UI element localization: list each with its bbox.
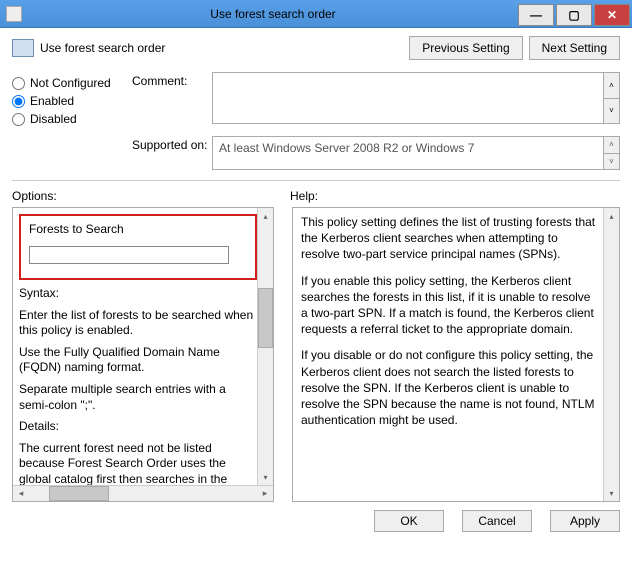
comment-label: Comment: xyxy=(132,72,212,88)
title-bar: Use forest search order — ▢ ✕ xyxy=(0,0,632,28)
options-horizontal-scrollbar[interactable]: ◂ ▸ xyxy=(13,485,273,501)
close-button[interactable]: ✕ xyxy=(594,4,630,26)
help-label: Help: xyxy=(290,189,318,203)
next-setting-button[interactable]: Next Setting xyxy=(529,36,620,60)
comment-scroll-down[interactable]: ˅ xyxy=(603,98,619,124)
minimize-button[interactable]: — xyxy=(518,4,554,26)
radio-enabled[interactable]: Enabled xyxy=(12,94,132,108)
forests-to-search-label: Forests to Search xyxy=(29,222,247,236)
window-title: Use forest search order xyxy=(28,7,518,21)
supported-scroll-down[interactable]: ˅ xyxy=(603,153,619,170)
syntax-line-2: Use the Fully Qualified Domain Name (FQD… xyxy=(19,345,257,376)
hscroll-thumb[interactable] xyxy=(49,486,109,501)
forests-to-search-field-group: Forests to Search xyxy=(19,214,257,280)
cancel-button[interactable]: Cancel xyxy=(462,510,532,532)
help-paragraph-1: This policy setting defines the list of … xyxy=(301,214,599,263)
supported-scroll-up[interactable]: ˄ xyxy=(603,137,619,153)
details-heading: Details: xyxy=(19,419,257,435)
comment-scroll-up[interactable]: ˄ xyxy=(603,73,619,98)
syntax-line-1: Enter the list of forests to be searched… xyxy=(19,308,257,339)
help-paragraph-2: If you enable this policy setting, the K… xyxy=(301,273,599,338)
radio-not-configured[interactable]: Not Configured xyxy=(12,76,132,90)
syntax-heading: Syntax: xyxy=(19,286,257,302)
options-panel: Forests to Search Syntax: Enter the list… xyxy=(12,207,274,502)
scroll-thumb[interactable] xyxy=(258,288,273,348)
apply-button[interactable]: Apply xyxy=(550,510,620,532)
supported-on-text: At least Windows Server 2008 R2 or Windo… xyxy=(212,136,620,170)
help-paragraph-3: If you disable or do not configure this … xyxy=(301,347,599,428)
window-icon xyxy=(6,6,22,22)
scroll-left-icon[interactable]: ◂ xyxy=(13,486,29,501)
scroll-right-icon[interactable]: ▸ xyxy=(257,486,273,501)
previous-setting-button[interactable]: Previous Setting xyxy=(409,36,522,60)
help-panel: This policy setting defines the list of … xyxy=(292,207,620,502)
forests-to-search-input[interactable] xyxy=(29,246,229,264)
options-label: Options: xyxy=(12,189,290,203)
policy-icon xyxy=(12,39,34,57)
scroll-up-icon[interactable]: ▴ xyxy=(258,208,273,224)
radio-disabled[interactable]: Disabled xyxy=(12,112,132,126)
ok-button[interactable]: OK xyxy=(374,510,444,532)
help-scroll-up-icon[interactable]: ▴ xyxy=(604,208,619,224)
maximize-button[interactable]: ▢ xyxy=(556,4,592,26)
help-scroll-down-icon[interactable]: ▾ xyxy=(604,485,619,501)
policy-name: Use forest search order xyxy=(40,41,403,55)
syntax-line-3: Separate multiple search entries with a … xyxy=(19,382,257,413)
options-vertical-scrollbar[interactable]: ▴ ▾ xyxy=(257,208,273,485)
comment-textarea[interactable]: ˄ ˅ xyxy=(212,72,620,124)
supported-on-label: Supported on: xyxy=(132,136,212,152)
scroll-down-icon[interactable]: ▾ xyxy=(258,469,273,485)
dialog-footer: OK Cancel Apply xyxy=(0,502,632,540)
help-vertical-scrollbar[interactable]: ▴ ▾ xyxy=(603,208,619,501)
